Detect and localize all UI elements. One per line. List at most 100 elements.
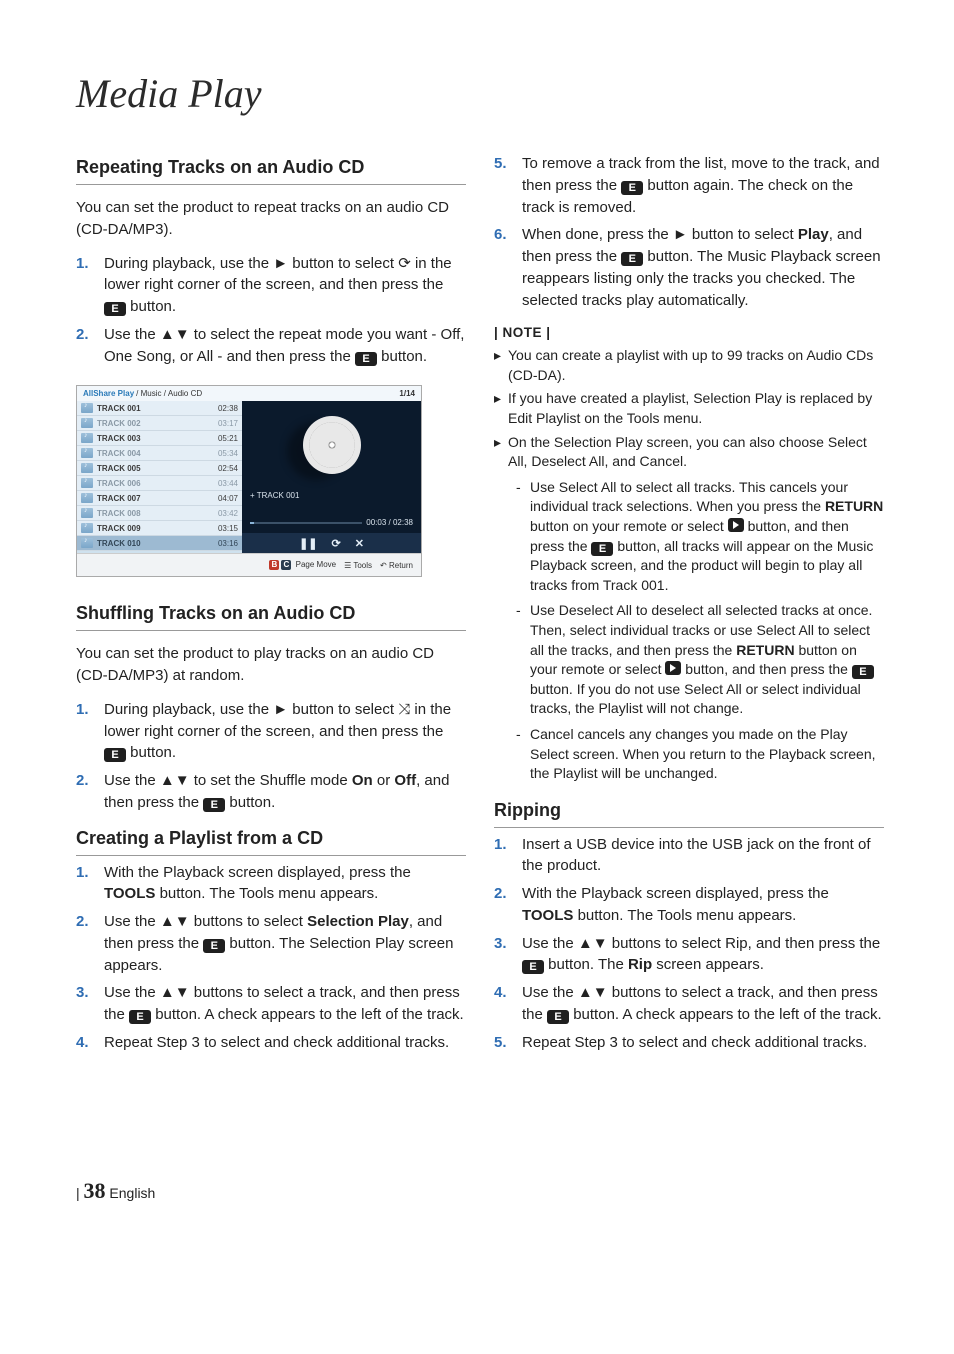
track-icon: [81, 478, 93, 488]
track-name: TRACK 010: [97, 539, 214, 548]
step-body: With the Playback screen displayed, pres…: [104, 862, 466, 906]
track-duration: 04:07: [218, 494, 238, 503]
repeat-icon: ⟳: [332, 537, 341, 550]
step-body: During playback, use the ► button to sel…: [104, 699, 466, 764]
key-b-icon: B: [269, 560, 279, 570]
track-icon: [81, 433, 93, 443]
track-icon: [81, 523, 93, 533]
step-number: 6.: [494, 224, 522, 311]
shuffle-icon: ⤨: [398, 701, 410, 718]
enter-icon: E: [104, 302, 126, 316]
step-number: 2.: [494, 883, 522, 927]
step-body: Insert a USB device into the USB jack on…: [522, 834, 884, 878]
note-marker: ▸: [494, 433, 508, 472]
steps-shuffle: 1. During playback, use the ► button to …: [76, 699, 466, 814]
enter-icon: E: [522, 960, 544, 974]
steps-repeat: 1. During playback, use the ► button to …: [76, 253, 466, 368]
note-marker: ▸: [494, 346, 508, 385]
right-column: 5. To remove a track from the list, move…: [494, 147, 884, 1068]
track-name: TRACK 004: [97, 449, 214, 458]
enter-icon: E: [129, 1010, 151, 1024]
step-number: 2.: [76, 770, 104, 814]
track-duration: 03:16: [218, 539, 238, 548]
breadcrumb-music: / Music /: [136, 389, 166, 398]
key-c-icon: C: [281, 560, 291, 570]
step-body: To remove a track from the list, move to…: [522, 153, 884, 218]
note-marker: ▸: [494, 389, 508, 428]
track-row: TRACK 00102:38: [77, 401, 242, 416]
progress-bar: [250, 522, 362, 524]
shuffle-icon: ✕: [355, 537, 364, 550]
step-body: Use the ▲▼ to set the Shuffle mode On or…: [104, 770, 466, 814]
lead-repeat: You can set the product to repeat tracks…: [76, 197, 466, 241]
step-number: 1.: [76, 699, 104, 764]
track-row: TRACK 008 03:42: [77, 506, 242, 521]
step-body: With the Playback screen displayed, pres…: [522, 883, 884, 927]
track-icon: [81, 508, 93, 518]
track-duration: 03:44: [218, 479, 238, 488]
step-number: 3.: [494, 933, 522, 977]
now-playing-title: + TRACK 001: [250, 491, 413, 500]
track-row: TRACK 004 05:34: [77, 446, 242, 461]
enter-icon: E: [621, 252, 643, 266]
track-row: TRACK 00305:21: [77, 431, 242, 446]
step-number: 1.: [494, 834, 522, 878]
play-icon: [728, 518, 744, 532]
track-name: TRACK 007: [97, 494, 214, 503]
note-item: ▸On the Selection Play screen, you can a…: [494, 433, 884, 472]
track-row: TRACK 009 03:15: [77, 521, 242, 536]
page-title: Media Play: [76, 70, 884, 117]
step-number: 4.: [494, 982, 522, 1026]
steps-playlist-left: 1. With the Playback screen displayed, p…: [76, 862, 466, 1054]
track-name: TRACK 006: [97, 479, 214, 488]
track-icon: [81, 448, 93, 458]
track-row: TRACK 007 04:07: [77, 491, 242, 506]
page-number: 38: [84, 1178, 106, 1203]
track-icon: [81, 403, 93, 413]
breadcrumb-bar: AllShare Play / Music / Audio CD 1/14: [77, 386, 421, 401]
progress-row: 00:03 / 02:38: [250, 518, 413, 527]
track-name: TRACK 009: [97, 524, 214, 533]
steps-ripping: 1.Insert a USB device into the USB jack …: [494, 834, 884, 1054]
step-body: Use the ▲▼ buttons to select Selection P…: [104, 911, 466, 976]
step-number: 2.: [76, 911, 104, 976]
step-body: During playback, use the ► button to sel…: [104, 253, 466, 318]
enter-icon: E: [355, 352, 377, 366]
step-number: 5.: [494, 153, 522, 218]
step-body: Use the ▲▼ buttons to select a track, an…: [522, 982, 884, 1026]
pause-icon: ❚❚: [299, 537, 317, 550]
track-name: TRACK 008: [97, 509, 214, 518]
playback-controls: ❚❚ ⟳ ✕: [242, 533, 421, 553]
step-body: Repeat Step 3 to select and check additi…: [104, 1032, 466, 1054]
footer-return: Return: [389, 561, 413, 570]
heading-playlist: Creating a Playlist from a CD: [76, 828, 466, 856]
note-heading: | NOTE |: [494, 325, 884, 340]
time-indicator: 00:03 / 02:38: [366, 518, 413, 527]
step-number: 4.: [76, 1032, 104, 1054]
dash-marker: -: [516, 478, 530, 596]
step-body: Use the ▲▼ to select the repeat mode you…: [104, 324, 466, 368]
enter-icon: E: [547, 1010, 569, 1024]
track-duration: 03:42: [218, 509, 238, 518]
track-row: TRACK 00203:17: [77, 416, 242, 431]
dash-marker: -: [516, 725, 530, 784]
track-row: TRACK 00502:54: [77, 461, 242, 476]
disc-icon: [303, 416, 361, 474]
step-number: 3.: [76, 982, 104, 1026]
page-indicator: 1/14: [399, 389, 415, 398]
note-sub-item: - Use Select All to select all tracks. T…: [516, 478, 884, 596]
step-body: Repeat Step 3 to select and check additi…: [522, 1032, 884, 1054]
track-duration: 05:34: [218, 449, 238, 458]
lead-shuffle: You can set the product to play tracks o…: [76, 643, 466, 687]
note-item: ▸If you have created a playlist, Selecti…: [494, 389, 884, 428]
track-name: TRACK 001: [97, 404, 214, 413]
step-number: 1.: [76, 862, 104, 906]
track-duration: 03:15: [218, 524, 238, 533]
player-screenshot: AllShare Play / Music / Audio CD 1/14 TR…: [76, 385, 422, 577]
track-duration: 03:17: [218, 419, 238, 428]
track-icon: [81, 463, 93, 473]
step-number: 1.: [76, 253, 104, 318]
enter-icon: E: [852, 665, 874, 679]
track-duration: 02:54: [218, 464, 238, 473]
footer-tools: Tools: [353, 561, 372, 570]
